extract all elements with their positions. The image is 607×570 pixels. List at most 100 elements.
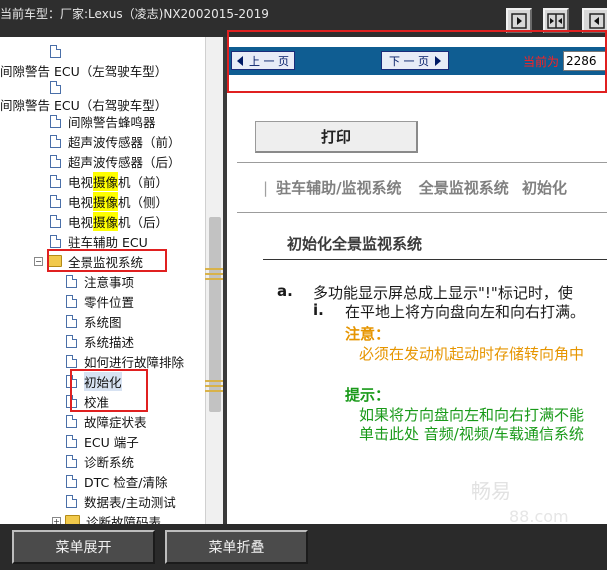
tree-scrollbar[interactable] bbox=[205, 37, 223, 524]
tree-item[interactable]: 注意事项 bbox=[66, 271, 134, 291]
tree-item[interactable]: 间隙警告 ECU（左驾驶车型） bbox=[0, 60, 167, 80]
document-icon bbox=[50, 214, 61, 228]
search-highlight: 摄像 bbox=[93, 211, 119, 231]
document-icon bbox=[66, 494, 77, 508]
tree-item-label: 注意事项 bbox=[84, 274, 135, 290]
menu-expand-button[interactable]: 菜单展开 bbox=[12, 530, 155, 564]
document-icon bbox=[66, 294, 77, 308]
tree-item-label: 超声波传感器（前） bbox=[68, 134, 181, 150]
expand-right-icon bbox=[511, 12, 527, 29]
page-nav-bar: 上 一 页 下 一 页 当前为 bbox=[227, 47, 607, 75]
tree-item[interactable]: 诊断系统 bbox=[66, 451, 134, 471]
document-icon bbox=[66, 474, 77, 488]
folder-open-icon bbox=[47, 255, 62, 267]
document-icon bbox=[50, 194, 61, 208]
menu-collapse-button[interactable]: 菜单折叠 bbox=[165, 530, 308, 564]
tree-folder-label: 全景监视系统 bbox=[68, 254, 144, 270]
hint-heading: 提示： bbox=[345, 386, 391, 404]
tree-item[interactable]: 电视 摄像 机（后） bbox=[50, 211, 168, 231]
arrow-right-icon bbox=[435, 55, 441, 66]
expand-right-button[interactable] bbox=[506, 8, 532, 33]
step-marker: a. bbox=[277, 282, 293, 300]
tree-item-label: 零件位置 bbox=[84, 294, 135, 310]
hint-text: 如果将方向盘向左和向右打满不能 bbox=[359, 406, 585, 424]
tree-item[interactable]: 系统图 bbox=[66, 311, 122, 331]
tree-item[interactable]: 电视 摄像 机（前） bbox=[50, 171, 168, 191]
tree-scrollbar-thumb[interactable] bbox=[209, 217, 221, 412]
hint-link[interactable]: 单击此处 音频/视频/车载通信系统 bbox=[359, 423, 584, 444]
tree-item[interactable]: ECU 端子 bbox=[66, 431, 139, 451]
tree-item-label: 故障症状表 bbox=[84, 414, 147, 430]
current-page-label: 当前为 bbox=[523, 55, 560, 69]
caution-heading: 注意： bbox=[345, 325, 391, 343]
divider bbox=[237, 212, 607, 213]
tree-item[interactable] bbox=[50, 41, 68, 61]
collapse-toggle-icon[interactable]: − bbox=[34, 256, 43, 266]
document-icon bbox=[66, 454, 77, 468]
tree-item-label: 系统描述 bbox=[84, 334, 135, 350]
document-icon bbox=[50, 134, 61, 148]
breadcrumb-item[interactable]: 驻车辅助/监视系统 bbox=[276, 179, 401, 197]
tree-item-label: 系统图 bbox=[84, 314, 122, 330]
current-page-input[interactable] bbox=[563, 51, 607, 71]
tree-item-label: 数据表/主动测试 bbox=[84, 494, 176, 510]
tree-item-label: 超声波传感器（后） bbox=[68, 154, 181, 170]
tree-item[interactable]: 系统描述 bbox=[66, 331, 134, 351]
tree-item-label: 校准 bbox=[84, 394, 110, 410]
tree-item-label: 电视 bbox=[68, 194, 94, 210]
next-page-label: 下 一 页 bbox=[389, 54, 429, 68]
breadcrumb-item[interactable]: 全景监视系统 bbox=[419, 179, 509, 197]
document-icon bbox=[50, 154, 61, 168]
document-icon bbox=[66, 414, 77, 428]
split-view-button[interactable] bbox=[543, 8, 569, 33]
tree-folder-panoramic[interactable]: − 全景监视系统 bbox=[34, 251, 143, 271]
watermark: 畅易 bbox=[471, 479, 511, 503]
breadcrumb: | 驻车辅助/监视系统 全景监视系统 初始化 bbox=[263, 177, 567, 198]
tree-item[interactable]: 数据表/主动测试 bbox=[66, 491, 176, 511]
document-icon bbox=[66, 434, 77, 448]
expand-left-button[interactable] bbox=[582, 8, 607, 33]
caution-text: 必须在发动机起动时存储转向角中 bbox=[359, 345, 585, 363]
tree-item[interactable]: 校准 bbox=[66, 391, 109, 411]
splitter-grip bbox=[205, 278, 223, 280]
search-highlight: 摄像 bbox=[93, 191, 119, 211]
breadcrumb-item[interactable]: 初始化 bbox=[522, 179, 567, 197]
arrow-left-icon bbox=[237, 55, 243, 66]
watermark: 88.com bbox=[509, 507, 569, 524]
tree-item[interactable]: 间隙警告蜂鸣器 bbox=[50, 111, 156, 131]
splitter-grip bbox=[205, 390, 223, 392]
splitter-grip bbox=[205, 273, 223, 275]
prev-page-button[interactable]: 上 一 页 bbox=[231, 51, 295, 70]
next-page-button[interactable]: 下 一 页 bbox=[381, 51, 449, 70]
tree-item-label: DTC 检查/清除 bbox=[84, 474, 168, 490]
menu-tree: 间隙警告 ECU（左驾驶车型） 间隙警告 ECU（右驾驶车型） 间隙警告蜂鸣器 … bbox=[0, 37, 205, 524]
tree-item[interactable]: DTC 检查/清除 bbox=[66, 471, 167, 491]
bottom-bar: 菜单展开 菜单折叠 bbox=[0, 524, 607, 570]
document-icon bbox=[66, 374, 77, 388]
tree-item[interactable]: 如何进行故障排除 bbox=[66, 351, 184, 371]
search-highlight: 摄像 bbox=[93, 171, 119, 191]
tree-item[interactable]: 驻车辅助 ECU bbox=[50, 231, 148, 251]
tree-item[interactable]: 零件位置 bbox=[66, 291, 134, 311]
tree-item-label: 驻车辅助 ECU bbox=[68, 234, 148, 250]
tree-item-label: 电视 bbox=[68, 174, 94, 190]
substep-marker: i. bbox=[313, 301, 324, 319]
tree-item[interactable]: 电视 摄像 机（侧） bbox=[50, 191, 168, 211]
tree-item[interactable]: 超声波传感器（后） bbox=[50, 151, 181, 171]
tree-item[interactable]: 超声波传感器（前） bbox=[50, 131, 181, 151]
tree-item-label: 电视 bbox=[68, 214, 94, 230]
splitter-grip bbox=[205, 268, 223, 270]
document-icon bbox=[50, 174, 61, 188]
step-text: 多功能显示屏总成上显示"!"标记时，使 bbox=[313, 284, 573, 302]
tree-item-label: ECU 端子 bbox=[84, 434, 139, 450]
print-button[interactable]: 打印 bbox=[255, 121, 418, 153]
tree-item-selected[interactable]: 初始化 bbox=[66, 371, 122, 391]
tree-item[interactable]: 故障症状表 bbox=[66, 411, 147, 431]
tree-folder-dtc[interactable]: + 诊断故障码表 bbox=[52, 511, 161, 524]
document-icon bbox=[50, 80, 61, 94]
splitter-grip bbox=[205, 385, 223, 387]
document-icon bbox=[66, 314, 77, 328]
breadcrumb-separator: | bbox=[263, 179, 269, 197]
expand-toggle-icon[interactable]: + bbox=[52, 516, 61, 524]
tree-item-label: 间隙警告 ECU（左驾驶车型） bbox=[0, 63, 168, 79]
